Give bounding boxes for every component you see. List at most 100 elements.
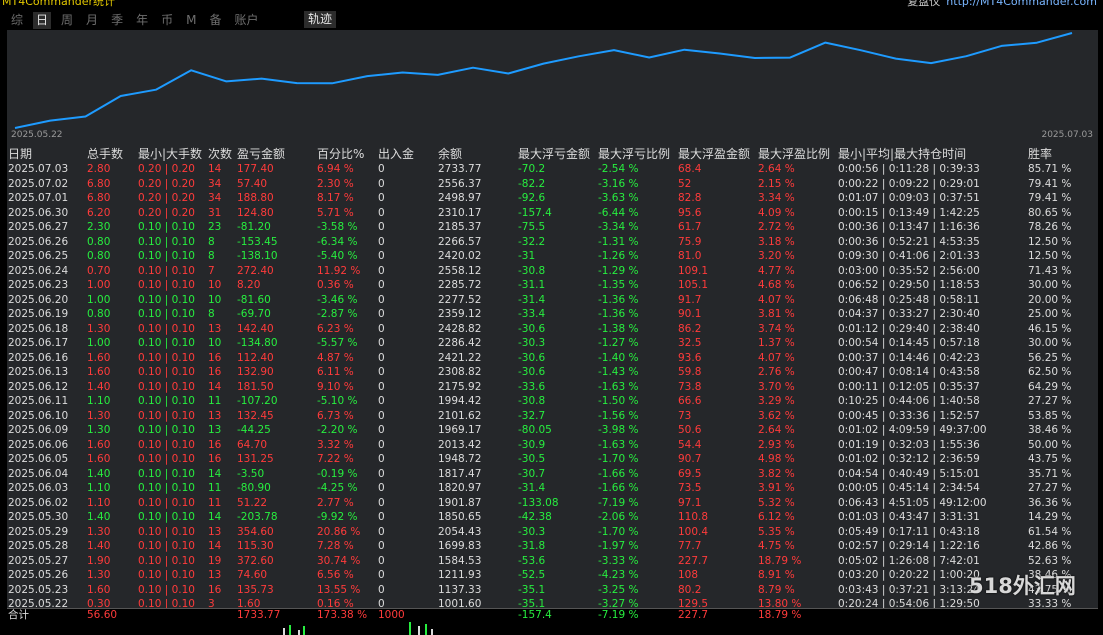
cell-count: 23 [208,221,222,233]
table-row[interactable]: 2025.06.23 1.00 0.10 | 0.10 10 8.20 0.36 % 0 22… [7,278,1098,293]
table-row[interactable]: 2025.06.27 2.30 0.10 | 0.10 23 -81.20 -3.58 %… [7,220,1098,235]
cell-balance: 2558.12 [438,264,482,277]
column-header-lots[interactable]: 总手数 [87,146,123,162]
table-row[interactable]: 2025.06.06 1.60 0.10 | 0.10 16 64.70 3.32 % 0 2… [7,438,1098,453]
cell-date: 2025.06.12 [8,380,69,393]
cell-dd_pct: -3.16 % [598,177,639,190]
column-header-balance[interactable]: 余额 [438,146,462,162]
table-row[interactable]: 2025.06.10 1.30 0.10 | 0.10 13 132.45 6.73 % 0… [7,409,1098,424]
table-row[interactable]: 2025.05.29 1.30 0.10 | 0.10 13 354.60 20.86 %… [7,525,1098,540]
column-header-dd_amt[interactable]: 最大浮亏金额 [518,146,590,162]
table-row[interactable]: 2025.06.26 0.80 0.10 | 0.10 8 -153.45 -6.34 %… [7,235,1098,250]
table-row[interactable]: 2025.06.24 0.70 0.10 | 0.10 7 272.40 11.92 % 0… [7,264,1098,279]
column-header-io[interactable]: 出入金 [378,146,414,162]
cell-hold: 0:02:57 | 0:29:14 | 1:22:16 [838,540,980,552]
tab-9[interactable]: 账户 [231,12,261,29]
cell-io: 0 [378,380,385,393]
tab-0[interactable]: 综 [8,12,26,29]
table-row[interactable]: 2025.06.25 0.80 0.10 | 0.10 8 -138.10 -5.40 %… [7,249,1098,264]
table-row[interactable]: 2025.06.03 1.10 0.10 | 0.10 11 -80.90 -4.25 %… [7,481,1098,496]
table-row[interactable]: 2025.06.20 1.00 0.10 | 0.10 10 -81.60 -3.46 %… [7,293,1098,308]
cell-fp_amt: 54.4 [678,438,702,451]
table-row[interactable]: 2025.05.27 1.90 0.10 | 0.10 19 372.60 30.74 %… [7,554,1098,569]
cell-fp_amt: 95.6 [678,206,702,219]
tab-1[interactable]: 日 [33,11,52,29]
stats-panel: 2025.05.22 2025.07.03 日期 总手数 最小|大手数 次数 盈亏金额 百… [7,30,1098,612]
tab-7[interactable]: M [183,12,199,29]
cell-count: 7 [208,264,215,277]
table-row[interactable]: 2025.06.02 1.10 0.10 | 0.10 11 51.22 2.77 % 0 1… [7,496,1098,511]
cell-dd_amt: -31.4 [518,482,546,494]
table-row[interactable]: 2025.06.12 1.40 0.10 | 0.10 14 181.50 9.10 % 0… [7,380,1098,395]
table-row[interactable]: 2025.06.13 1.60 0.10 | 0.10 16 132.90 6.11 % 0… [7,365,1098,380]
table-row[interactable]: 2025.05.28 1.40 0.10 | 0.10 14 115.30 7.28 % 0… [7,539,1098,554]
cell-pnl: 135.73 [237,583,274,596]
tab-5[interactable]: 年 [133,12,151,29]
table-row[interactable]: 2025.05.30 1.40 0.10 | 0.10 14 -203.78 -9.92 … [7,510,1098,525]
table-row[interactable]: 2025.06.04 1.40 0.10 | 0.10 14 -3.50 -0.19 % 0… [7,467,1098,482]
cell-hold: 0:01:03 | 0:43:47 | 3:31:31 [838,511,980,523]
cell-fp_amt: 82.8 [678,192,702,204]
table-row[interactable]: 2025.06.19 0.80 0.10 | 0.10 8 -69.70 -2.87 % 0… [7,307,1098,322]
table-row[interactable]: 2025.06.05 1.60 0.10 | 0.10 16 131.25 7.22 % 0… [7,452,1098,467]
column-header-win[interactable]: 胜率 [1028,146,1052,162]
table-row[interactable]: 2025.06.11 1.10 0.10 | 0.10 11 -107.20 -5.10 … [7,394,1098,409]
table-row[interactable]: 2025.05.23 1.60 0.10 | 0.10 16 135.73 13.55 %… [7,583,1098,598]
cell-win: 85.71 % [1028,163,1072,175]
cell-dd_amt: -33.6 [518,380,546,393]
cell-date: 2025.07.01 [8,192,69,204]
table-row[interactable]: 2025.07.03 2.80 0.20 | 0.20 14 177.40 6.94 % 0… [7,162,1098,177]
column-header-hold[interactable]: 最小|平均|最大持仓时间 [838,146,966,162]
bottom-bar [283,628,285,635]
column-header-pnl[interactable]: 盈亏金额 [237,146,285,162]
cell-hold: 0:00:45 | 0:33:36 | 1:52:57 [838,409,980,422]
cell-pct: 0.36 % [317,279,354,291]
cell-count: 31 [208,206,222,219]
cell-dd_amt: -31.8 [518,540,546,552]
column-header-dd_pct[interactable]: 最大浮亏比例 [598,146,670,162]
table-row[interactable]: 2025.06.17 1.00 0.10 | 0.10 10 -134.80 -5.57 … [7,336,1098,351]
table-row[interactable]: 2025.06.16 1.60 0.10 | 0.10 16 112.40 4.87 % 0… [7,351,1098,366]
cell-count: 10 [208,279,222,291]
cell-dd_amt: -82.2 [518,177,546,190]
cell-lots: 1.60 [87,453,111,465]
cell-minmax: 0.20 | 0.20 [138,163,195,175]
cell-win: 80.65 % [1028,206,1072,219]
cell-win: 61.54 % [1028,525,1072,538]
cell-balance: 2359.12 [438,308,482,320]
cell-dd_amt: -30.6 [518,351,546,364]
cell-lots: 1.60 [87,583,111,596]
cell-dd_pct: -3.34 % [598,221,639,233]
cell-lots: 1.90 [87,554,111,567]
cell-dd_pct: -1.36 % [598,308,639,320]
column-header-date[interactable]: 日期 [8,146,32,162]
table-row[interactable]: 2025.06.18 1.30 0.10 | 0.10 13 142.40 6.23 % 0… [7,322,1098,337]
column-header-minmax[interactable]: 最小|大手数 [138,146,202,162]
column-header-pct[interactable]: 百分比% [317,146,364,162]
tab-8[interactable]: 备 [206,12,224,29]
watermark: 518外汇网 [969,574,1076,598]
cell-fp_amt: 32.5 [678,337,702,349]
cell-fp_amt: 61.7 [678,221,702,233]
tab-3[interactable]: 月 [83,12,101,29]
column-header-fp_pct[interactable]: 最大浮盈比例 [758,146,830,162]
column-header-fp_amt[interactable]: 最大浮盈金额 [678,146,750,162]
table-row[interactable]: 2025.05.26 1.30 0.10 | 0.10 13 74.60 6.56 % 0 1… [7,568,1098,583]
period-tabs: 综日周月季年币 M 备账户 轨迹 [8,11,337,29]
tab-2[interactable]: 周 [58,12,76,29]
table-row[interactable]: 2025.07.02 6.80 0.20 | 0.20 34 57.40 2.30 % 0 2… [7,177,1098,192]
tab-4[interactable]: 季 [108,12,126,29]
cell-hold: 0:06:48 | 0:25:48 | 0:58:11 [838,293,980,306]
table-row[interactable]: 2025.07.01 6.80 0.20 | 0.20 34 188.80 8.17 % 0… [7,191,1098,206]
cell-dd_amt: -30.7 [518,467,546,480]
website-link[interactable]: http://MT4Commander.com [946,0,1097,8]
cell-pnl: 124.80 [237,206,274,219]
tab-trace[interactable]: 轨迹 [304,11,337,28]
cell-balance: 1948.72 [438,453,482,465]
column-header-count[interactable]: 次数 [208,146,232,162]
cell-dd_amt: -30.8 [518,264,546,277]
tab-6[interactable]: 币 [158,12,176,29]
table-row[interactable]: 2025.06.30 6.20 0.20 | 0.20 31 124.80 5.71 % 0… [7,206,1098,221]
cell-fp_pct: 5.35 % [758,525,795,538]
table-row[interactable]: 2025.06.09 1.30 0.10 | 0.10 13 -44.25 -2.20 %… [7,423,1098,438]
